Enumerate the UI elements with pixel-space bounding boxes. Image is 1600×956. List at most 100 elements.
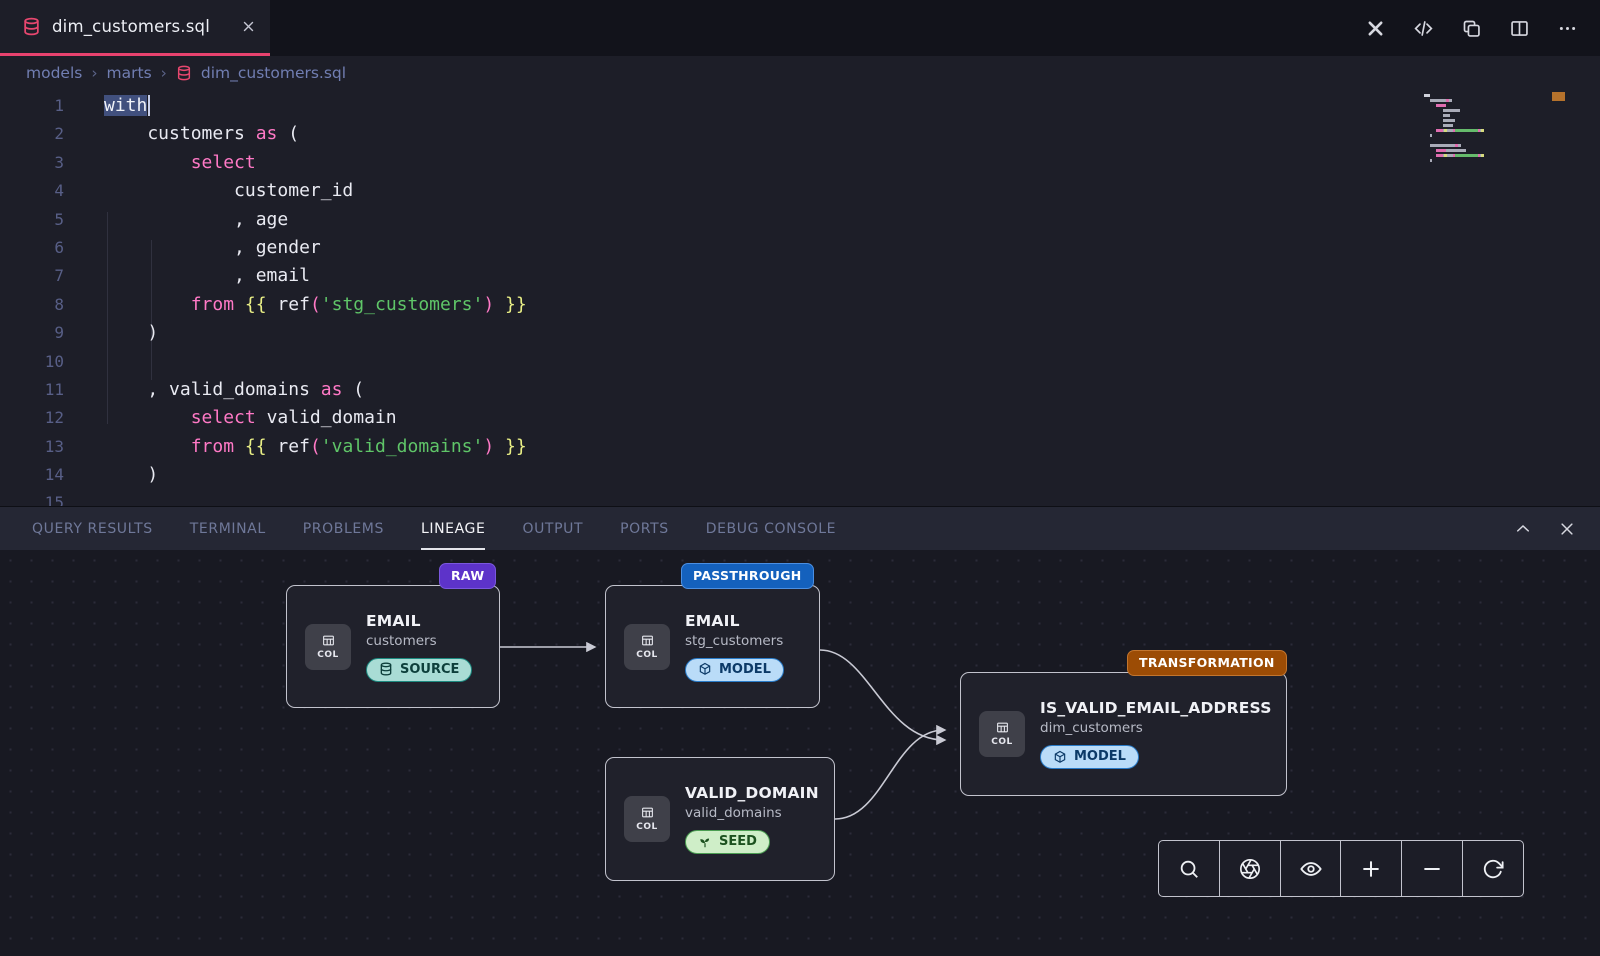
panel-tab-debug-console[interactable]: DEBUG CONSOLE <box>706 507 836 550</box>
minimap-line <box>1424 164 1536 167</box>
code-lines: with customers as ( select customer_id ,… <box>104 92 527 506</box>
bottom-panel-header: QUERY RESULTS TERMINAL PROBLEMS LINEAGE OUTP… <box>0 506 1600 550</box>
lineage-toolbar <box>1158 840 1524 897</box>
code-line[interactable]: , age <box>104 206 527 234</box>
model-badge[interactable]: MODEL <box>685 658 784 682</box>
zoom-out-button[interactable] <box>1402 841 1463 896</box>
tab-bar: dim_customers.sql <box>0 0 1600 56</box>
line-number: 14 <box>0 461 64 489</box>
code-token: ref <box>267 436 310 457</box>
panel-tab-problems[interactable]: PROBLEMS <box>303 507 384 550</box>
seed-badge[interactable]: SEED <box>685 830 770 854</box>
node-subtitle: dim_customers <box>1040 720 1272 736</box>
chip-label: COL <box>636 650 658 660</box>
line-number: 2 <box>0 120 64 148</box>
node-subtitle: stg_customers <box>685 633 784 649</box>
code-line[interactable]: customers as ( <box>104 120 527 148</box>
node-title: EMAIL <box>685 612 784 630</box>
code-line[interactable]: ) <box>104 319 527 347</box>
minimap-line <box>1424 94 1536 97</box>
table-icon <box>321 634 336 647</box>
code-line[interactable]: , gender <box>104 234 527 262</box>
panel-tab-output[interactable]: OUTPUT <box>522 507 583 550</box>
code-token <box>234 436 245 457</box>
code-token: ) <box>104 464 158 485</box>
code-line[interactable]: select valid_domain <box>104 404 527 432</box>
table-icon <box>640 634 655 647</box>
code-line[interactable]: ) <box>104 461 527 489</box>
line-number: 9 <box>0 319 64 347</box>
code-line[interactable] <box>104 348 527 376</box>
code-line[interactable]: , valid_domains as ( <box>104 376 527 404</box>
open-preview-icon[interactable] <box>1461 18 1482 39</box>
node-subtitle: customers <box>366 633 472 649</box>
search-button[interactable] <box>1159 841 1220 896</box>
line-number: 12 <box>0 404 64 432</box>
overview-ruler-marker <box>1552 92 1565 101</box>
node-title: VALID_DOMAIN <box>685 784 819 802</box>
split-editor-icon[interactable] <box>1509 18 1530 39</box>
code-line[interactable]: select <box>104 149 527 177</box>
code-token: customer_id <box>104 180 353 201</box>
code-token: as <box>256 123 278 144</box>
close-panel-icon[interactable] <box>1558 520 1576 538</box>
panel-tab-lineage[interactable]: LINEAGE <box>421 507 485 550</box>
search-icon <box>1178 858 1200 880</box>
code-token: ) <box>483 294 494 315</box>
lineage-node-stg-customers-email[interactable]: PASSTHROUGH COL EMAIL stg_customers MODE… <box>605 585 820 708</box>
code-token: ) <box>483 436 494 457</box>
cube-icon <box>1053 750 1067 764</box>
code-line[interactable]: with <box>104 92 527 120</box>
code-token: ( <box>310 294 321 315</box>
code-token <box>104 152 191 173</box>
code-token: {{ <box>245 436 267 457</box>
aperture-button[interactable] <box>1220 841 1281 896</box>
code-editor[interactable]: 123456789101112131415 with customers as … <box>0 90 1600 506</box>
source-badge[interactable]: SOURCE <box>366 658 472 682</box>
editor-actions <box>1365 0 1600 56</box>
zoom-in-button[interactable] <box>1341 841 1402 896</box>
tab-close-icon[interactable] <box>241 19 256 34</box>
lineage-node-dim-customers[interactable]: TRANSFORMATION COL IS_VALID_EMAIL_ADDRES… <box>960 672 1287 796</box>
code-token: , valid_domains <box>104 379 321 400</box>
breadcrumb-item[interactable]: marts <box>107 64 152 82</box>
panel-tab-terminal[interactable]: TERMINAL <box>190 507 266 550</box>
code-line[interactable]: from {{ ref('stg_customers') }} <box>104 291 527 319</box>
line-number: 4 <box>0 177 64 205</box>
line-number: 5 <box>0 206 64 234</box>
code-token: valid_domain <box>256 407 397 428</box>
tag-transformation: TRANSFORMATION <box>1127 650 1287 676</box>
breadcrumb-item[interactable]: dim_customers.sql <box>201 64 346 82</box>
dbt-icon[interactable] <box>1365 18 1386 39</box>
minimap-line <box>1424 129 1536 132</box>
eye-icon <box>1300 858 1322 880</box>
code-line[interactable]: from {{ ref('valid_domains') }} <box>104 433 527 461</box>
panel-tabs: QUERY RESULTS TERMINAL PROBLEMS LINEAGE OUTP… <box>0 507 836 550</box>
lineage-node-valid-domains[interactable]: COL VALID_DOMAIN valid_domains SEED <box>605 757 835 881</box>
chevron-up-icon[interactable] <box>1514 520 1532 538</box>
minimap[interactable] <box>1424 94 1536 169</box>
panel-tab-ports[interactable]: PORTS <box>620 507 669 550</box>
seedling-icon <box>698 835 712 849</box>
breadcrumb-item[interactable]: models <box>26 64 82 82</box>
tab-dim-customers[interactable]: dim_customers.sql <box>0 0 270 56</box>
line-number: 11 <box>0 376 64 404</box>
visibility-button[interactable] <box>1281 841 1342 896</box>
aperture-icon <box>1239 858 1261 880</box>
panel-tab-query-results[interactable]: QUERY RESULTS <box>32 507 153 550</box>
breadcrumb: models›marts›dim_customers.sql <box>0 56 1600 90</box>
code-line[interactable] <box>104 489 527 506</box>
code-line[interactable]: customer_id <box>104 177 527 205</box>
tab-title: dim_customers.sql <box>52 17 210 36</box>
model-badge[interactable]: MODEL <box>1040 745 1139 769</box>
code-token <box>494 436 505 457</box>
refresh-button[interactable] <box>1463 841 1523 896</box>
lineage-canvas[interactable]: RAW COL EMAIL customers SOURCE PASSTHROU… <box>0 550 1600 956</box>
code-line[interactable]: , email <box>104 262 527 290</box>
minimap-line <box>1424 114 1536 117</box>
minimap-line <box>1424 109 1536 112</box>
line-number: 13 <box>0 433 64 461</box>
inline-code-icon[interactable] <box>1413 18 1434 39</box>
lineage-node-customers-email[interactable]: RAW COL EMAIL customers SOURCE <box>286 585 500 708</box>
more-actions-icon[interactable] <box>1557 18 1578 39</box>
